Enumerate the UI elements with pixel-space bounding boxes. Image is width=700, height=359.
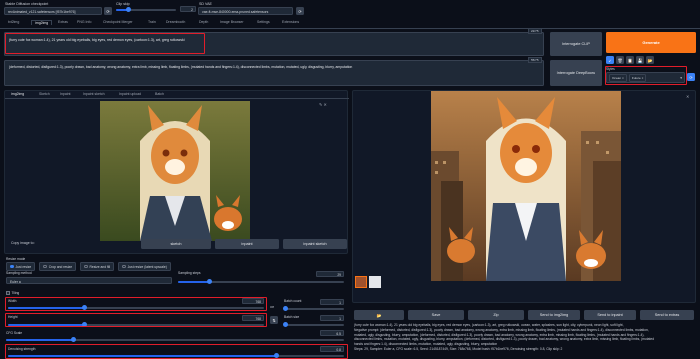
refresh-vae-icon[interactable]: ⟳ (296, 7, 304, 15)
denoising-highlight (5, 344, 348, 359)
checkbox-icon (6, 291, 10, 295)
radio-dot-icon (122, 264, 126, 269)
refresh-styles-icon[interactable]: ⟳ (687, 73, 695, 81)
batch-size-label: Batch size (284, 315, 300, 319)
subtab-sketch[interactable]: Sketch (39, 92, 50, 96)
cfg-scale-input[interactable]: 6.5 (320, 330, 344, 336)
clip-skip-slider[interactable] (116, 7, 176, 13)
tab-depth[interactable]: Depth (199, 20, 208, 24)
clipboard-icon[interactable]: 📋 (626, 56, 634, 64)
radio-resize-and-fill[interactable]: Resize and fill (80, 262, 115, 271)
tab-train[interactable]: Train (148, 20, 156, 24)
tab-image-browser[interactable]: Image Browser (220, 20, 244, 24)
tab-extensions[interactable]: Extensions (282, 20, 299, 24)
subtab-inpaint[interactable]: Inpaint (60, 92, 71, 96)
send-to-img2img-button[interactable]: Send to img2img (528, 310, 580, 320)
folder-icon[interactable]: 📂 (646, 56, 654, 64)
style-tool-icons: ↙ 🗑 📋 💾 📂 (606, 56, 654, 64)
tab-png-info[interactable]: PNG Info (77, 20, 91, 24)
negative-prompt-textarea[interactable]: (deformed, distorted, disfigured:1.3), p… (4, 60, 544, 86)
negative-token-counter: 55/75 (528, 57, 542, 63)
swap-off-label: Off (270, 305, 274, 309)
main-tab-bar: txt2img img2img Extras PNG Info Checkpoi… (0, 20, 700, 29)
sampling-steps-label: Sampling steps (178, 271, 201, 275)
prompt-token-counter: 22/75 (528, 28, 542, 34)
input-image[interactable] (100, 101, 250, 241)
generate-button[interactable]: Generate (606, 32, 696, 53)
copy-to-blank (71, 241, 137, 251)
batch-size-input[interactable]: 1 (320, 315, 344, 321)
tiling-checkbox[interactable]: Tiling (6, 291, 19, 295)
batch-count-slider[interactable] (283, 306, 344, 312)
subtab-batch[interactable]: Batch (155, 92, 164, 96)
radio-latent-upscale[interactable]: Just resize (latent upscale) (118, 262, 171, 271)
img2img-input-panel: img2img Sketch Inpaint Inpaint sketch In… (4, 90, 349, 254)
interrogate-clip-button[interactable]: Interrogate CLIP (550, 32, 602, 56)
subtab-img2img[interactable]: img2img (11, 92, 24, 96)
negative-prompt-text: (deformed, distorted, disfigured:1.3), p… (9, 65, 353, 69)
clip-skip-input[interactable]: 2 (180, 6, 196, 12)
radio-dot-icon (10, 264, 14, 269)
radio-just-resize[interactable]: Just resize (6, 262, 36, 271)
batch-count-label: Batch count (284, 299, 302, 303)
radio-crop-and-resize[interactable]: Crop and resize (39, 262, 77, 271)
sampling-method-select[interactable]: Euler a (6, 277, 172, 284)
edit-icon[interactable]: ✎ ✕ (319, 102, 327, 107)
checkpoint-select[interactable]: revAnimated_v121.safetensors [f57b1be976… (4, 7, 102, 15)
trash-icon[interactable]: 🗑 (616, 56, 624, 64)
tab-dreambooth[interactable]: Dreambooth (166, 20, 185, 24)
zip-button[interactable]: Zip (468, 310, 524, 320)
radio-dot-icon (84, 264, 88, 269)
tab-img2img[interactable]: img2img (31, 20, 53, 25)
cfg-scale-slider[interactable] (6, 337, 344, 343)
close-icon[interactable]: ✕ (686, 94, 689, 99)
tab-settings[interactable]: Settings (257, 20, 270, 24)
width-highlight (5, 297, 267, 311)
info-line: Steps: 29, Sampler: Euler a, CFG scale: … (354, 346, 563, 351)
tab-txt2img[interactable]: txt2img (8, 20, 19, 24)
subtab-inpaint-upload[interactable]: Inpaint upload (119, 92, 141, 96)
copy-to-inpaint-sketch-button[interactable]: inpaint sketch (283, 239, 347, 249)
checkpoint-label: Stable Diffusion checkpoint (5, 2, 49, 6)
save-style-icon[interactable]: 💾 (636, 56, 644, 64)
send-to-inpaint-button[interactable]: Send to inpaint (584, 310, 636, 320)
sd-vae-select[interactable]: vae-ft-mse-840000-ema-pruned.safetensors (198, 7, 293, 15)
sd-vae-label: SD VAE (199, 2, 212, 6)
batch-size-slider[interactable] (283, 322, 344, 328)
swap-dimensions-icon[interactable]: ⇅ (270, 316, 278, 324)
resize-mode-radio-group: Just resize Crop and resize Resize and f… (6, 262, 171, 271)
tab-checkpoint-merger[interactable]: Checkpoint Merger (103, 20, 133, 24)
arrow-icon[interactable]: ↙ (606, 56, 614, 64)
sampling-steps-slider[interactable] (178, 279, 344, 285)
prompt-highlight (5, 33, 205, 54)
tab-extras[interactable]: Extras (58, 20, 68, 24)
output-image[interactable] (431, 91, 621, 281)
copy-to-sketch-button[interactable]: sketch (141, 239, 211, 249)
thumbnail-1[interactable] (355, 276, 367, 288)
refresh-checkpoint-icon[interactable]: ⟳ (104, 7, 112, 15)
webui-root: Stable Diffusion checkpoint revAnimated_… (0, 0, 700, 359)
batch-count-input[interactable]: 1 (320, 299, 344, 305)
subtab-inpaint-sketch[interactable]: Inpaint sketch (83, 92, 105, 96)
copy-image-label: Copy image to: (11, 241, 35, 245)
send-to-extras-button[interactable]: Send to extras (640, 310, 694, 320)
info-line: Negative prompt: (deformed, distorted, d… (354, 327, 649, 332)
open-folder-icon[interactable]: 📂 (354, 310, 404, 320)
clip-skip-label: Clip skip (116, 2, 130, 6)
output-gallery-panel: ✕ (352, 90, 696, 303)
sampling-method-label: Sampling method (6, 271, 32, 275)
cfg-scale-label: CFG Scale (6, 331, 23, 335)
radio-dot-icon (43, 264, 47, 269)
save-button[interactable]: Save (408, 310, 464, 320)
thumbnail-2[interactable] (369, 276, 381, 288)
styles-highlight (605, 66, 687, 85)
interrogate-deepbooru-button[interactable]: Interrogate DeepBooru (550, 60, 602, 86)
sub-tab-bar: img2img Sketch Inpaint Inpaint sketch In… (5, 91, 349, 99)
sampling-steps-input[interactable]: 29 (316, 271, 344, 277)
copy-to-inpaint-button[interactable]: inpaint (215, 239, 279, 249)
generation-info: (furry cute fox woman:1.4), 21 years old… (354, 323, 696, 359)
resize-mode-label: Resize mode (6, 257, 26, 261)
height-highlight (5, 313, 267, 327)
